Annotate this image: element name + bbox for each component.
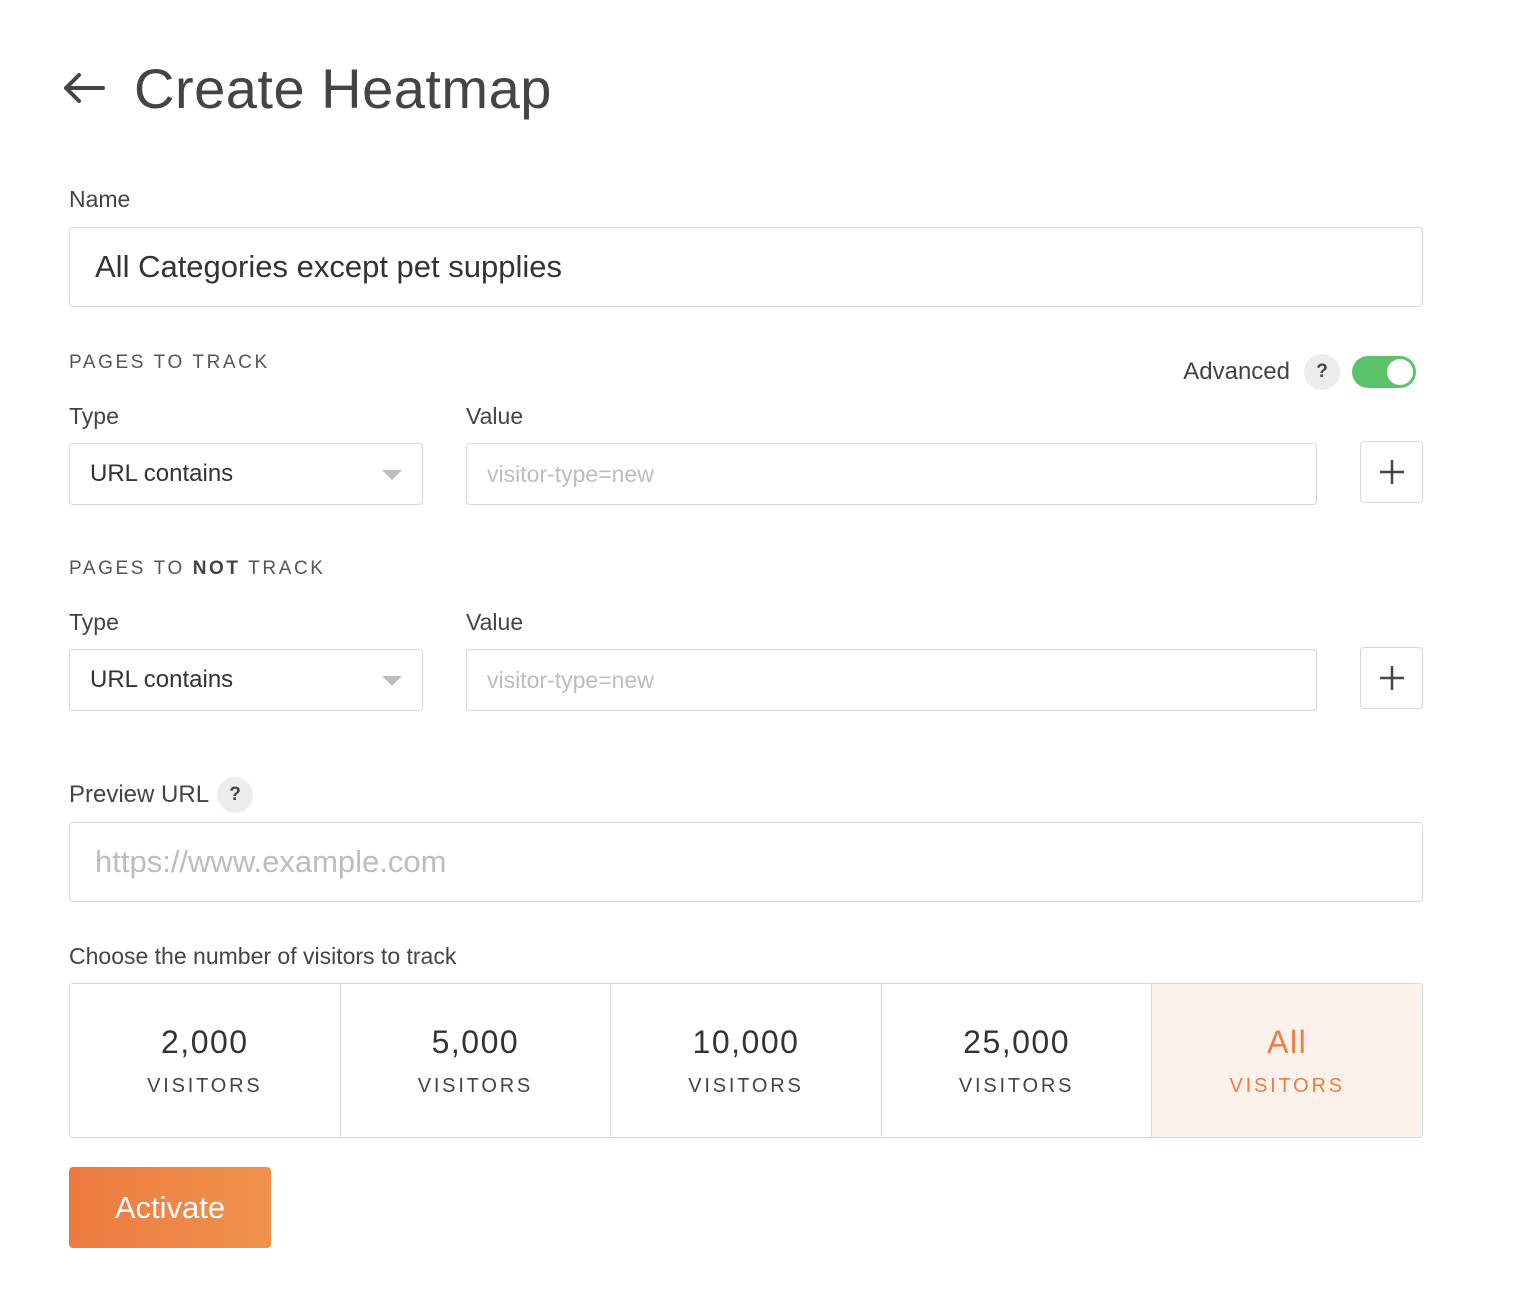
name-label: Name <box>69 186 131 212</box>
visitors-label: Choose the number of visitors to track <box>69 943 457 969</box>
not-track-value-input[interactable] <box>466 649 1317 711</box>
visitor-option-5000[interactable]: 5,000 VISITORS <box>340 984 612 1137</box>
add-track-rule-button[interactable] <box>1360 441 1423 503</box>
advanced-control: Advanced ? <box>1183 352 1416 392</box>
chevron-down-icon <box>382 470 402 480</box>
name-input[interactable] <box>69 227 1423 307</box>
visitor-option-all[interactable]: All VISITORS <box>1152 984 1422 1137</box>
pages-to-not-track-heading: PAGES TO NOT TRACK <box>69 558 326 579</box>
advanced-toggle[interactable] <box>1352 356 1416 388</box>
add-not-track-rule-button[interactable] <box>1360 647 1423 709</box>
track-type-select[interactable]: URL contains <box>69 443 423 505</box>
track-type-label: Type <box>69 403 119 429</box>
visitor-count-options: 2,000 VISITORS 5,000 VISITORS 10,000 VIS… <box>69 983 1423 1138</box>
advanced-label: Advanced <box>1183 358 1290 385</box>
advanced-help-icon[interactable]: ? <box>1304 354 1340 390</box>
preview-help-icon[interactable]: ? <box>217 777 254 813</box>
chevron-down-icon <box>382 676 402 686</box>
pages-to-track-heading: PAGES TO TRACK <box>69 352 270 373</box>
page-header: Create Heatmap <box>62 56 552 120</box>
toggle-knob <box>1387 359 1413 385</box>
not-track-type-label: Type <box>69 609 119 635</box>
track-value-input[interactable] <box>466 443 1317 505</box>
not-track-value-label: Value <box>466 609 524 635</box>
back-arrow-icon[interactable] <box>62 66 106 110</box>
preview-url-label: Preview URL ? <box>69 776 254 814</box>
visitor-option-2000[interactable]: 2,000 VISITORS <box>70 984 341 1137</box>
visitor-option-25000[interactable]: 25,000 VISITORS <box>881 984 1153 1137</box>
track-type-selected: URL contains <box>90 460 234 487</box>
not-track-type-select[interactable]: URL contains <box>69 649 423 711</box>
visitor-option-10000[interactable]: 10,000 VISITORS <box>611 984 882 1137</box>
page-title: Create Heatmap <box>134 56 552 120</box>
plus-icon <box>1379 666 1404 690</box>
activate-button[interactable]: Activate <box>69 1167 271 1248</box>
track-value-label: Value <box>466 403 524 429</box>
plus-icon <box>1379 460 1404 484</box>
not-track-type-selected: URL contains <box>90 666 234 693</box>
preview-url-input[interactable] <box>69 822 1423 902</box>
